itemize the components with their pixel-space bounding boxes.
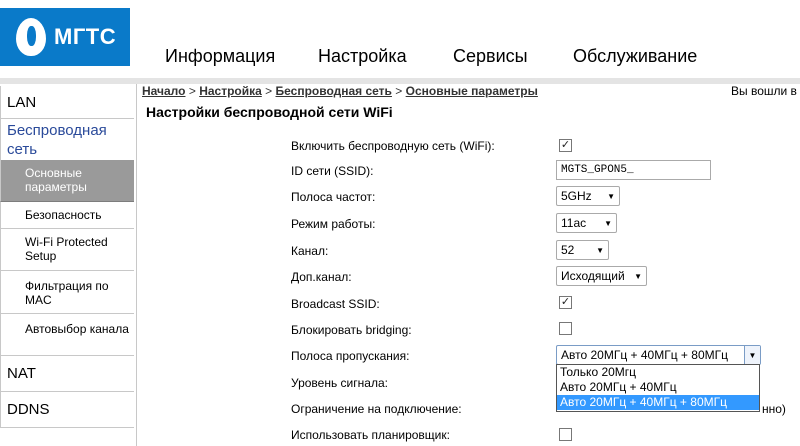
bandwidth-select-value: Авто 20МГц + 40МГц + 80МГц	[561, 348, 728, 362]
sidebar-item-label: Основные параметры	[25, 166, 87, 194]
bandwidth-select[interactable]: Авто 20МГц + 40МГц + 80МГц ▼	[556, 345, 761, 365]
channel-select[interactable]: 52 ▼	[556, 240, 609, 260]
enable-wifi-label: Включить беспроводную сеть (WiFi):	[291, 139, 495, 153]
sidebar-item-label: NAT	[7, 365, 36, 382]
sidebar-item-label: Беспроводная сеть	[7, 122, 107, 158]
breadcrumb-wireless[interactable]: Беспроводная сеть	[276, 84, 392, 98]
sidebar-item-ddns[interactable]: DDNS	[0, 392, 134, 428]
sidebar-item-label: Автовыбор канала	[25, 322, 129, 336]
ext-channel-select[interactable]: Исходящий ▼	[556, 266, 647, 286]
checkmark-icon: ✓	[560, 139, 571, 151]
nav-info[interactable]: Информация	[165, 46, 275, 67]
mode-select-value: 11ac	[561, 216, 587, 230]
band-label: Полоса частот:	[291, 190, 376, 204]
ssid-input[interactable]: MGTS_GPON5_	[556, 160, 711, 180]
breadcrumb-basic[interactable]: Основные параметры	[406, 84, 538, 98]
sidebar-item-label: Безопасность	[25, 208, 102, 222]
breadcrumb-separator: >	[188, 84, 196, 98]
sidebar-item-wireless[interactable]: Беспроводная сеть	[0, 119, 134, 160]
ext-channel-label: Доп.канал:	[291, 270, 352, 284]
sidebar-item-nat[interactable]: NAT	[0, 356, 134, 392]
sidebar-item-label: DDNS	[7, 401, 50, 418]
brand-logo: МГТС	[0, 8, 130, 66]
breadcrumb-settings[interactable]: Настройка	[199, 84, 262, 98]
login-status: Вы вошли в с	[731, 84, 800, 98]
page-title: Настройки беспроводной сети WiFi	[146, 104, 393, 120]
breadcrumb-separator: >	[265, 84, 273, 98]
top-navigation: Информация Настройка Сервисы Обслуживани…	[137, 34, 800, 78]
sidebar-item-label: Фильтрация по MAC	[25, 279, 109, 307]
bandwidth-option-20-40[interactable]: Авто 20МГц + 40МГц	[557, 380, 759, 395]
checkmark-icon: ✓	[560, 296, 571, 308]
mgts-logo-icon	[16, 18, 46, 56]
bandwidth-label: Полоса пропускания:	[291, 349, 410, 363]
sidebar: LAN Беспроводная сеть Основные параметры…	[0, 84, 137, 446]
mode-select[interactable]: 11ac ▼	[556, 213, 617, 233]
sidebar-item-label: LAN	[7, 93, 37, 111]
sidebar-item-lan[interactable]: LAN	[0, 86, 134, 119]
broadcast-ssid-checkbox[interactable]: ✓	[559, 296, 572, 309]
signal-level-label: Уровень сигнала:	[291, 376, 388, 390]
nav-maintenance[interactable]: Обслуживание	[573, 46, 697, 67]
channel-select-value: 52	[561, 243, 575, 257]
breadcrumb: Начало > Настройка > Беспроводная сеть >…	[142, 84, 538, 98]
breadcrumb-home[interactable]: Начало	[142, 84, 185, 98]
sidebar-subitem-security[interactable]: Безопасность	[0, 202, 134, 229]
sidebar-subitem-mac-filter[interactable]: Фильтрация по MAC	[0, 271, 134, 314]
bandwidth-dropdown-list: Только 20Мгц Авто 20МГц + 40МГц Авто 20М…	[556, 364, 760, 412]
band-select[interactable]: 5GHz ▼	[556, 186, 620, 206]
bandwidth-option-20-40-80[interactable]: Авто 20МГц + 40МГц + 80МГц	[557, 395, 759, 410]
sidebar-item-label: Wi-Fi Protected Setup	[25, 235, 108, 263]
nav-settings[interactable]: Настройка	[318, 46, 407, 67]
chevron-down-icon[interactable]: ▼	[744, 346, 760, 364]
channel-label: Канал:	[291, 244, 329, 258]
connection-limit-label: Ограничение на подключение:	[291, 402, 462, 416]
chevron-down-icon: ▼	[604, 218, 612, 228]
band-select-value: 5GHz	[561, 189, 592, 203]
broadcast-ssid-label: Broadcast SSID:	[291, 297, 380, 311]
breadcrumb-separator: >	[395, 84, 403, 98]
scheduler-checkbox[interactable]	[559, 428, 572, 441]
mode-label: Режим работы:	[291, 217, 376, 231]
block-bridging-label: Блокировать bridging:	[291, 323, 412, 337]
nav-services[interactable]: Сервисы	[453, 46, 528, 67]
ext-channel-select-value: Исходящий	[561, 269, 625, 283]
chevron-down-icon: ▼	[607, 191, 615, 201]
enable-wifi-checkbox[interactable]: ✓	[559, 139, 572, 152]
sidebar-subitem-auto-channel[interactable]: Автовыбор канала	[0, 314, 134, 356]
sidebar-subitem-basic[interactable]: Основные параметры	[0, 160, 134, 202]
chevron-down-icon: ▼	[634, 271, 642, 281]
sidebar-subitem-wps[interactable]: Wi-Fi Protected Setup	[0, 229, 134, 271]
scheduler-label: Использовать планировщик:	[291, 428, 450, 442]
block-bridging-checkbox[interactable]	[559, 322, 572, 335]
connection-limit-suffix: нно)	[762, 402, 786, 416]
bandwidth-option-20[interactable]: Только 20Мгц	[557, 365, 759, 380]
brand-name: МГТС	[54, 24, 117, 49]
ssid-label: ID сети (SSID):	[291, 164, 374, 178]
chevron-down-icon: ▼	[596, 245, 604, 255]
